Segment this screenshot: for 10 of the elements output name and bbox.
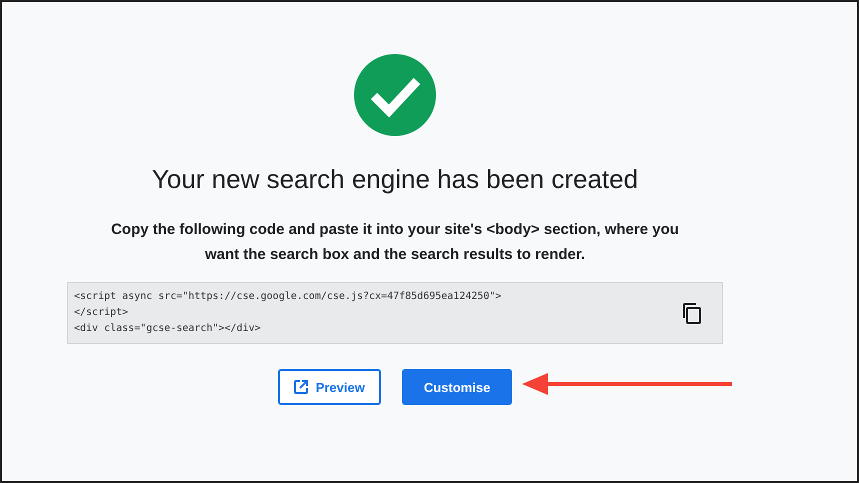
open-external-icon	[294, 380, 308, 394]
code-line: </script>	[74, 306, 130, 320]
code-line: <script async src="https://cse.google.com/cse.js?cx=47f85d695ea124250">	[74, 290, 502, 304]
check-circle-icon	[354, 54, 436, 136]
customise-button[interactable]: Customise	[402, 369, 512, 405]
instructions-text: Copy the following code and paste it into your site's <body> section, where you want the search box and the search results to render.	[110, 220, 680, 265]
page-title: Your new search engine has been created	[152, 164, 638, 195]
code-line: <div class="gcse-search"></div>	[74, 322, 262, 336]
copy-icon[interactable]	[682, 302, 702, 324]
preview-button[interactable]: Preview	[278, 369, 381, 405]
